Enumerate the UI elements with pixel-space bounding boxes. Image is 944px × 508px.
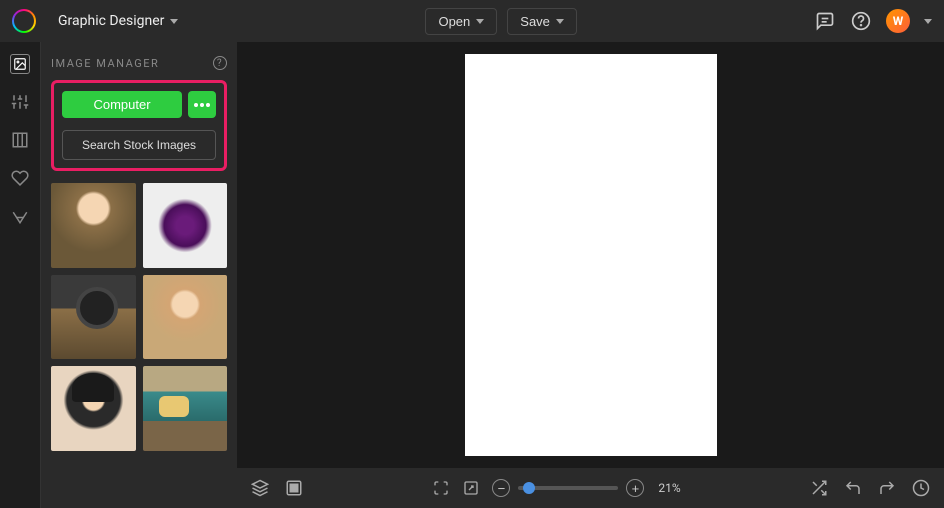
bottom-toolbar: − + 21% (237, 468, 944, 508)
dot-icon (194, 103, 198, 107)
redo-icon[interactable] (878, 479, 896, 497)
app-title: Graphic Designer (58, 13, 164, 29)
open-button[interactable]: Open (425, 8, 497, 35)
chevron-down-icon (556, 19, 564, 24)
dot-icon (206, 103, 210, 107)
computer-button[interactable]: Computer (62, 91, 182, 118)
help-icon[interactable] (850, 10, 872, 32)
canvas-viewport[interactable] (237, 42, 944, 468)
history-icon[interactable] (912, 479, 930, 497)
comments-icon[interactable] (814, 10, 836, 32)
image-manager-panel: IMAGE MANAGER ? Computer Search Stock Im… (41, 42, 237, 508)
chevron-down-icon[interactable] (924, 19, 932, 24)
thumbnail-teal-truck[interactable] (143, 366, 228, 451)
background-icon[interactable] (285, 479, 303, 497)
thumbnail-vintage-camera[interactable] (51, 275, 136, 360)
zoom-out-button[interactable]: − (492, 479, 510, 497)
dot-icon (200, 103, 204, 107)
app-title-dropdown[interactable]: Graphic Designer (48, 8, 188, 34)
tool-rail (0, 42, 41, 508)
adjust-tool-icon[interactable] (10, 92, 30, 112)
panel-help-icon[interactable]: ? (213, 56, 227, 70)
panel-title: IMAGE MANAGER (51, 57, 159, 70)
undo-icon[interactable] (844, 479, 862, 497)
zoom-in-button[interactable]: + (626, 479, 644, 497)
thumbnail-grid (51, 183, 227, 461)
expand-icon[interactable] (462, 479, 480, 497)
layers-icon[interactable] (251, 479, 269, 497)
thumbnail-purple-flower[interactable] (143, 183, 228, 268)
search-stock-button[interactable]: Search Stock Images (62, 130, 216, 160)
save-label: Save (520, 14, 550, 29)
canvas-page[interactable] (465, 54, 717, 456)
shuffle-icon[interactable] (810, 479, 828, 497)
thumbnail-woman-black-hat[interactable] (51, 366, 136, 451)
thumbnail-woman-portrait[interactable] (51, 183, 136, 268)
fit-screen-icon[interactable] (432, 479, 450, 497)
zoom-percentage: 21% (658, 481, 680, 495)
image-tool-icon[interactable] (10, 54, 30, 74)
chevron-down-icon (476, 19, 484, 24)
avatar-initial: W (893, 14, 904, 28)
app-logo[interactable] (12, 9, 36, 33)
chevron-down-icon (170, 19, 178, 24)
save-button[interactable]: Save (507, 8, 577, 35)
more-upload-button[interactable] (188, 91, 216, 118)
thumbnail-woman-hat[interactable] (143, 275, 228, 360)
open-label: Open (438, 14, 470, 29)
zoom-slider[interactable] (518, 486, 618, 490)
upload-highlight: Computer Search Stock Images (51, 80, 227, 171)
text-tool-icon[interactable] (10, 206, 30, 226)
user-avatar[interactable]: W (886, 9, 910, 33)
layout-tool-icon[interactable] (10, 130, 30, 150)
favorites-tool-icon[interactable] (10, 168, 30, 188)
